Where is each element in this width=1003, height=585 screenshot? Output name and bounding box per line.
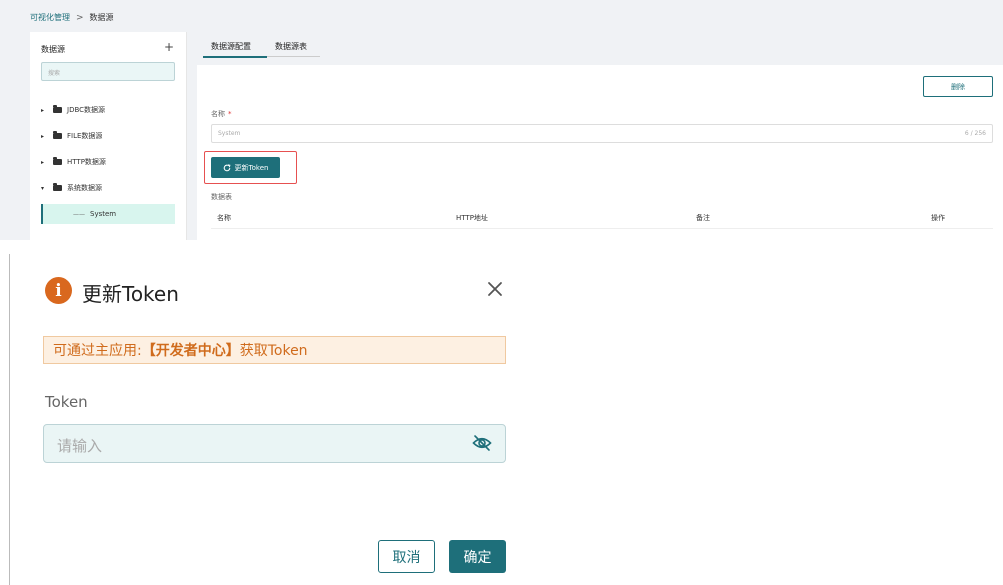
notice-developer-center: 【开发者中心】 [141, 343, 240, 359]
token-field-label: Token [45, 393, 88, 411]
name-input-value: System [218, 130, 241, 137]
active-tab-indicator [203, 56, 267, 58]
breadcrumb: 可视化管理 > 数据源 [30, 12, 114, 23]
column-header-name: 名称 [217, 214, 231, 222]
close-icon[interactable] [484, 278, 506, 300]
sidebar-item-jdbc[interactable]: ▸ JDBC数据源 [41, 102, 175, 118]
notice-prefix: 可通过主应用: [53, 343, 142, 359]
refresh-token-dialog: i 更新Token 可通过主应用: 【开发者中心】 获取Token Token 请输… [0, 240, 1003, 585]
datasource-page-screenshot: 可视化管理 > 数据源 数据源 + 搜索 ▸ JDBC数据源 ▸ FILE数据源… [0, 0, 1003, 240]
sidebar-item-system[interactable]: ▾ 系统数据源 [41, 180, 175, 196]
tab-bar: 数据源配置 数据源表 [197, 32, 1003, 60]
delete-button[interactable]: 删除 [923, 76, 993, 97]
required-mark: * [228, 110, 232, 118]
datasource-sidebar: 数据源 + 搜索 ▸ JDBC数据源 ▸ FILE数据源 ▸ HTTP数据源 ▾… [30, 32, 187, 240]
token-input[interactable]: 请输入 [43, 424, 506, 463]
plus-icon[interactable]: + [164, 41, 174, 53]
caret-down-icon[interactable]: ▾ [41, 185, 49, 192]
folder-icon [53, 131, 62, 139]
refresh-token-button[interactable]: 更新Token [211, 157, 280, 178]
column-header-actions: 操作 [931, 214, 945, 222]
sidebar-child-label: System [90, 210, 117, 218]
info-icon: i [45, 277, 72, 304]
notice-banner: 可通过主应用: 【开发者中心】 获取Token [43, 336, 506, 364]
table-header: 名称 HTTP地址 备注 操作 [211, 205, 993, 229]
caret-right-icon[interactable]: ▸ [41, 133, 49, 140]
main-content: 数据源配置 数据源表 删除 名称 * System 6 / 256 更新Token [197, 32, 1003, 240]
sidebar-item-label: 系统数据源 [67, 184, 102, 192]
sidebar-item-http[interactable]: ▸ HTTP数据源 [41, 154, 175, 170]
sidebar-title: 数据源 [41, 45, 65, 54]
column-header-http-url: HTTP地址 [456, 214, 488, 222]
confirm-button[interactable]: 确定 [449, 540, 506, 573]
column-header-remark: 备注 [696, 214, 710, 222]
sidebar-item-system-child[interactable]: —— System [41, 204, 175, 224]
tab-datasource-config[interactable]: 数据源配置 [211, 41, 251, 52]
tab-datasource-tables[interactable]: 数据源表 [275, 41, 307, 52]
config-panel: 删除 名称 * System 6 / 256 更新Token 数据表 名称 HTT… [197, 65, 1003, 240]
sidebar-item-label: FILE数据源 [67, 132, 103, 140]
refresh-token-label: 更新Token [234, 163, 269, 172]
sidebar-item-label: HTTP数据源 [67, 158, 106, 166]
name-field-label: 名称 * [211, 109, 232, 119]
name-char-count: 6 / 256 [964, 130, 986, 137]
breadcrumb-parent-link[interactable]: 可视化管理 [30, 12, 70, 23]
name-label-text: 名称 [211, 110, 225, 118]
sidebar-search-input[interactable]: 搜索 [41, 62, 175, 81]
breadcrumb-separator: > [76, 12, 84, 23]
tab-divider [267, 56, 320, 57]
dialog-left-border [9, 254, 10, 585]
cancel-button[interactable]: 取消 [378, 540, 435, 573]
folder-icon [53, 105, 62, 113]
table-section-label: 数据表 [211, 193, 232, 201]
dialog-title: 更新Token [82, 282, 179, 306]
sidebar-item-label: JDBC数据源 [67, 106, 106, 114]
eye-off-icon[interactable] [472, 434, 492, 452]
sidebar-item-file[interactable]: ▸ FILE数据源 [41, 128, 175, 144]
caret-right-icon[interactable]: ▸ [41, 159, 49, 166]
notice-suffix: 获取Token [239, 343, 308, 359]
caret-right-icon[interactable]: ▸ [41, 107, 49, 114]
tree-connector: —— [73, 210, 85, 218]
refresh-icon [223, 163, 230, 171]
folder-icon [53, 183, 62, 191]
breadcrumb-current: 数据源 [89, 13, 114, 22]
folder-icon [53, 157, 62, 165]
name-input[interactable]: System 6 / 256 [211, 124, 993, 143]
